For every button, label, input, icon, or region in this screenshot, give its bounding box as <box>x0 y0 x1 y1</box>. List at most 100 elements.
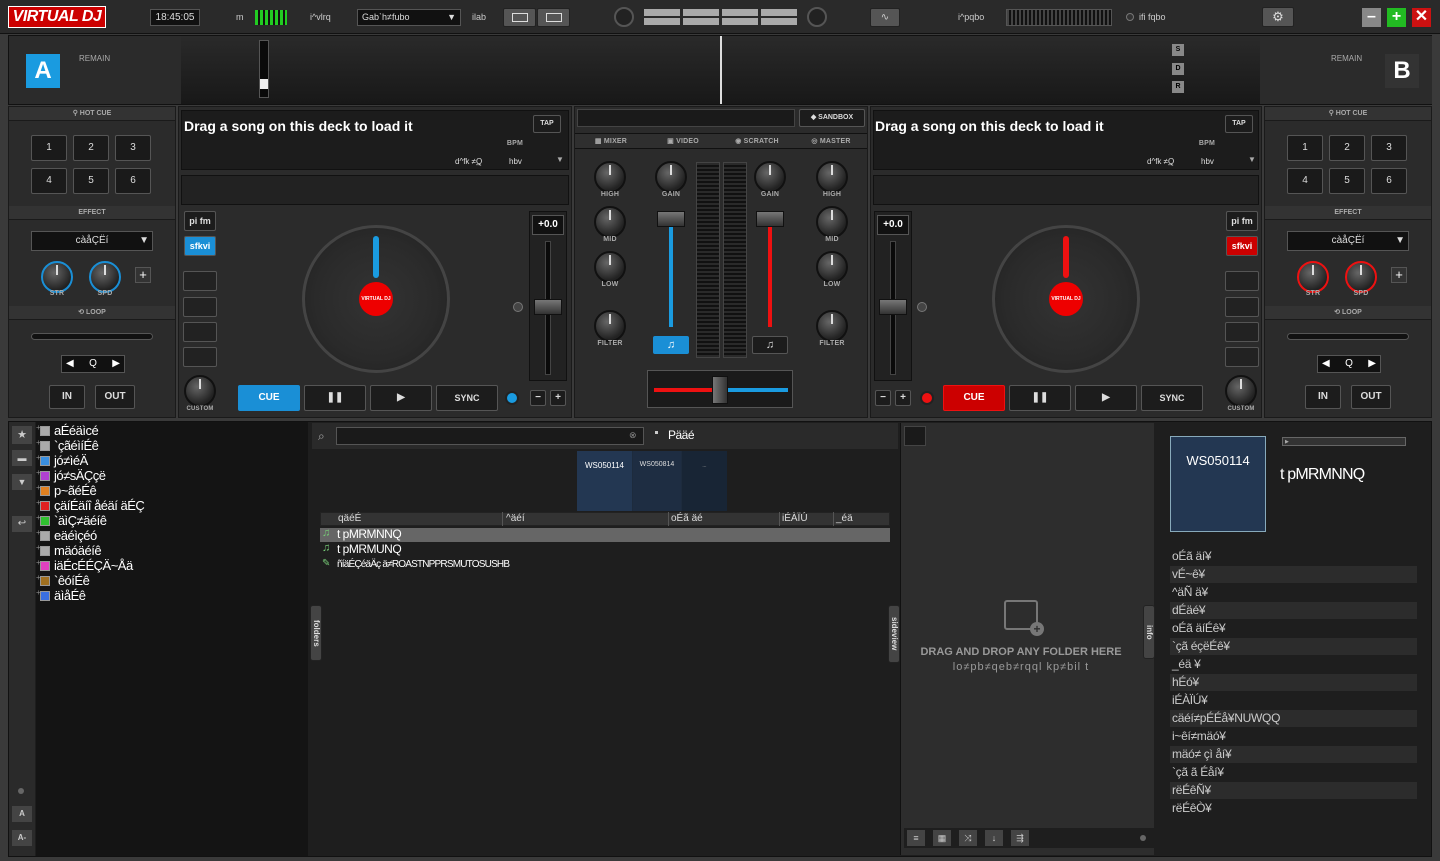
mic-icon[interactable]: ↓ <box>985 830 1003 846</box>
layout-button-1[interactable] <box>644 9 680 16</box>
waveform-s-button[interactable]: S <box>1172 44 1184 56</box>
deck-b-pad-b[interactable] <box>1225 297 1259 317</box>
info-row[interactable]: _éä ¥ <box>1170 656 1417 673</box>
mixer-a-low-knob[interactable] <box>594 251 626 283</box>
deck-a-hotcue-1[interactable]: 1 <box>31 135 67 161</box>
deck-b-sync-button[interactable]: SYNC <box>1141 385 1203 411</box>
deck-b-sync-indicator-icon[interactable] <box>920 391 934 405</box>
monitor-icon[interactable] <box>503 8 536 27</box>
sidebar-item[interactable]: + iäÉcÉÉÇÄ~Åä <box>36 558 133 573</box>
filter-icon[interactable]: ▼ <box>12 474 32 490</box>
close-icon[interactable]: ✕ <box>1412 8 1431 27</box>
queue-icon[interactable]: ⇶ <box>1011 830 1029 846</box>
sidebar-item[interactable]: + p~ãéÉê <box>36 483 97 498</box>
deck-b-pad-a[interactable] <box>1225 271 1259 291</box>
deck-b-effect-knob-2[interactable] <box>1345 261 1377 293</box>
deck-a-tab-2[interactable]: sfkvi <box>184 236 216 256</box>
waveform-d-button[interactable]: D <box>1172 63 1184 75</box>
table-row[interactable] <box>320 543 890 557</box>
crossfader[interactable] <box>647 370 793 408</box>
deck-a-pause-button[interactable]: ❚❚ <box>304 385 366 411</box>
deck-a-loop-out-button[interactable]: OUT <box>95 385 135 409</box>
deck-b-hotcue-6[interactable]: 6 <box>1371 168 1407 194</box>
sidebar-item[interactable]: + `çãéìíÉê <box>36 438 99 453</box>
deck-b-hotcue-1[interactable]: 1 <box>1287 135 1323 161</box>
crossfader-knob-right[interactable] <box>807 7 827 27</box>
info-row[interactable]: rëÉêÒ¥ <box>1170 800 1417 817</box>
clear-search-icon[interactable]: ⊗ <box>629 430 637 441</box>
info-row[interactable]: rëÉêÑ¥ <box>1170 782 1417 799</box>
deck-b-loop-slider[interactable] <box>1287 333 1409 340</box>
deck-a-pad-a[interactable] <box>183 271 217 291</box>
mixer-b-volume-handle[interactable] <box>756 211 784 227</box>
deck-a-tap-button[interactable]: TAP <box>533 115 561 133</box>
maximize-icon[interactable]: + <box>1387 8 1406 27</box>
info-row[interactable]: `çã ã Éåí¥ <box>1170 764 1417 781</box>
expand-icon[interactable]: + <box>36 498 41 507</box>
layout-button-5[interactable] <box>722 9 758 16</box>
minimize-icon[interactable]: – <box>1362 8 1381 27</box>
crossfader-handle[interactable] <box>712 376 728 404</box>
deck-b-pitch-plus-icon[interactable]: + <box>895 390 911 406</box>
expand-icon[interactable]: + <box>36 513 41 522</box>
mixer-a-mid-knob[interactable] <box>594 206 626 238</box>
info-row[interactable]: hÉó¥ <box>1170 674 1417 691</box>
chevron-right-icon[interactable]: ▶ <box>1368 356 1376 372</box>
deck-b-loop-size[interactable]: ◀ Q ▶ <box>1317 355 1381 373</box>
expand-icon[interactable]: + <box>36 453 41 462</box>
expand-icon[interactable]: + <box>36 528 41 537</box>
deck-b-custom-knob[interactable] <box>1225 375 1257 407</box>
deck-b-tap-button[interactable]: TAP <box>1225 115 1253 133</box>
deck-a-custom-knob[interactable] <box>184 375 216 407</box>
deck-a-hotcue-4[interactable]: 4 <box>31 168 67 194</box>
expand-icon[interactable]: + <box>36 558 41 567</box>
info-row[interactable]: dÉäé¥ <box>1170 602 1417 619</box>
table-row[interactable] <box>320 528 890 542</box>
deck-b-loop-out-button[interactable]: OUT <box>1351 385 1391 409</box>
sidebar-item[interactable]: + mäóäéíê <box>36 543 102 558</box>
col-length-header[interactable]: iÉÀÏÚ <box>782 513 808 524</box>
deck-a-hotcue-5[interactable]: 5 <box>73 168 109 194</box>
layout-button-7[interactable] <box>761 9 797 16</box>
deck-b-hotcue-3[interactable]: 3 <box>1371 135 1407 161</box>
deck-b-tab-2[interactable]: sfkvi <box>1226 236 1258 256</box>
expand-icon[interactable]: + <box>36 423 41 432</box>
deck-a-loop-size[interactable]: ◀ Q ▶ <box>61 355 125 373</box>
deck-b-hotcue-5[interactable]: 5 <box>1329 168 1365 194</box>
sidebar-item[interactable]: + aÉéäìcé <box>36 423 99 438</box>
grid-icon[interactable]: ▦ <box>933 830 951 846</box>
deck-a-effect-select[interactable]: càåÇËí ▼ <box>31 231 153 251</box>
mixer-b-gain-knob[interactable] <box>754 161 786 193</box>
sidebar-item[interactable]: + çäíÉäíî åéäí äÉÇ <box>36 498 145 513</box>
cover-2[interactable]: WS050814 <box>633 451 681 511</box>
deck-a-play-button[interactable]: ▶ <box>370 385 432 411</box>
mixer-a-headphone-icon[interactable]: ♫ <box>653 336 689 354</box>
layout-button-8[interactable] <box>761 18 797 25</box>
info-row[interactable]: `çã éçëÉê¥ <box>1170 638 1417 655</box>
deck-b-mini-waveform[interactable] <box>873 175 1259 205</box>
deck-a-sync-button[interactable]: SYNC <box>436 385 498 411</box>
waveform-icon[interactable]: ∿ <box>870 8 900 27</box>
col-title-header[interactable]: qäéÉ <box>338 513 361 524</box>
chevron-left-icon[interactable]: ◀ <box>66 356 74 372</box>
search-input[interactable] <box>336 427 644 445</box>
deck-a-pitch-fader-handle[interactable] <box>534 299 562 315</box>
deck-a-effect-knob-2[interactable] <box>89 261 121 293</box>
star-icon[interactable]: ★ <box>12 426 32 444</box>
waveform-r-button[interactable]: R <box>1172 81 1184 93</box>
info-row[interactable]: i~êí≠mäó¥ <box>1170 728 1417 745</box>
mixer-a-filter-knob[interactable] <box>594 310 626 342</box>
col-artist-header[interactable]: ^äéí <box>506 513 525 524</box>
deck-b-add-effect-icon[interactable]: + <box>1391 267 1407 283</box>
mixer-a-gain-knob[interactable] <box>655 161 687 193</box>
sidebar-item[interactable]: + `äìÇ≠äéíê <box>36 513 107 528</box>
deck-b-platter[interactable]: VIRTUAL DJ <box>992 225 1140 373</box>
list-icon[interactable]: ≡ <box>907 830 925 846</box>
layout-button-4[interactable] <box>683 18 719 25</box>
deck-b-pitch-minus-icon[interactable]: − <box>875 390 891 406</box>
deck-a-hotcue-3[interactable]: 3 <box>115 135 151 161</box>
sidebar-item[interactable]: + äìåÉê <box>36 588 86 603</box>
deck-a-loop-slider[interactable] <box>31 333 153 340</box>
deck-a-pad-d[interactable] <box>183 347 217 367</box>
deck-b-pitch-fader-handle[interactable] <box>879 299 907 315</box>
